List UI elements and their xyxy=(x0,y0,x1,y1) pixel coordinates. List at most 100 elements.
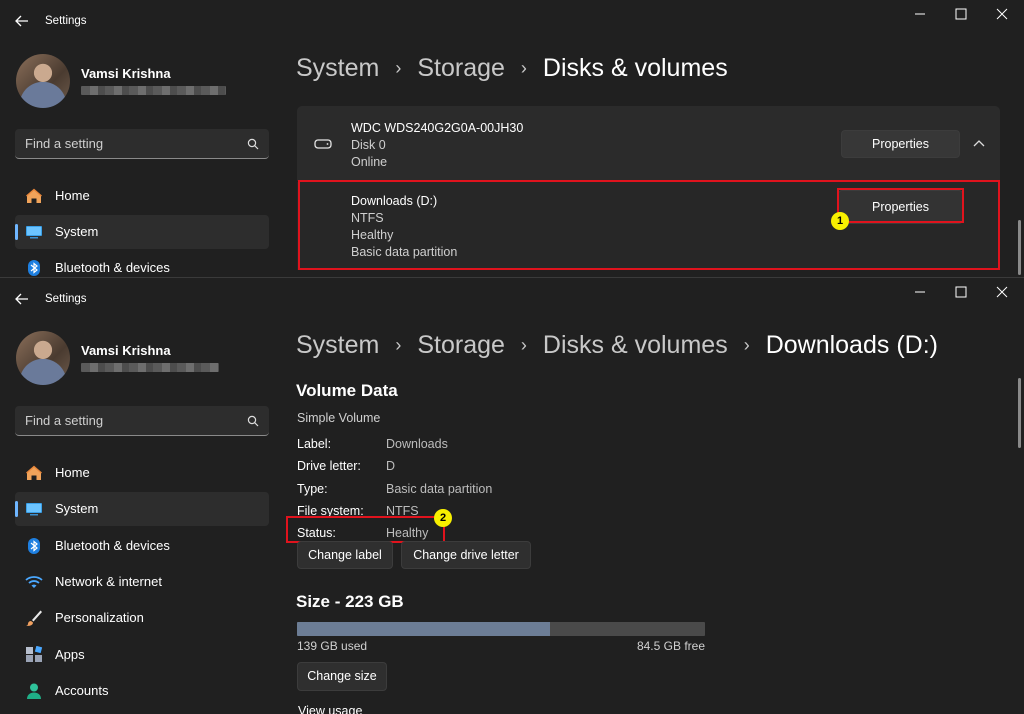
nav-item-home[interactable]: Home xyxy=(15,456,269,490)
home-icon xyxy=(26,465,42,480)
avatar[interactable] xyxy=(16,54,70,108)
nav-item-system[interactable]: System xyxy=(15,215,269,249)
account-icon xyxy=(27,683,41,699)
chevron-right-icon: › xyxy=(395,58,402,78)
change-size-button[interactable]: Change size xyxy=(297,662,387,691)
nav-label: Network & internet xyxy=(55,574,162,589)
title-bar: Settings xyxy=(0,0,1024,44)
maximize-icon[interactable] xyxy=(949,283,973,303)
prop-label: Label: xyxy=(297,437,332,451)
breadcrumb-disks-volumes[interactable]: Disks & volumes xyxy=(543,331,728,360)
change-label-button[interactable]: Change label xyxy=(297,541,393,569)
avatar[interactable] xyxy=(16,331,70,385)
system-icon xyxy=(26,503,42,516)
bluetooth-icon xyxy=(28,260,40,276)
prop-value-label: Downloads xyxy=(386,437,448,451)
user-name: Vamsi Krishna xyxy=(81,66,171,81)
search-box xyxy=(15,129,269,159)
step-badge-2: 2 xyxy=(434,509,452,527)
breadcrumb-disks-volumes: Disks & volumes xyxy=(542,54,728,82)
nav-item-bluetooth[interactable]: Bluetooth & devices xyxy=(15,529,269,563)
view-usage-link[interactable]: View usage xyxy=(298,704,362,714)
wifi-icon xyxy=(25,576,43,588)
apps-icon xyxy=(26,646,43,662)
step-badge-1: 1 xyxy=(831,212,849,230)
prop-value-type: Basic data partition xyxy=(386,482,493,496)
user-email-redacted xyxy=(81,363,219,372)
change-drive-letter-button[interactable]: Change drive letter xyxy=(401,541,531,569)
nav-item-system[interactable]: System xyxy=(15,492,269,526)
home-icon xyxy=(26,188,42,203)
back-arrow-icon[interactable] xyxy=(14,291,30,307)
prop-value-drive-letter: D xyxy=(386,459,396,473)
disk-status: Online xyxy=(351,155,388,169)
prop-label: Drive letter: xyxy=(297,459,361,473)
search-icon[interactable] xyxy=(247,415,259,427)
close-icon[interactable] xyxy=(990,5,1014,25)
nav-item-apps[interactable]: Apps xyxy=(15,638,269,672)
scrollbar[interactable] xyxy=(1018,220,1021,275)
used-space-text: 139 GB used xyxy=(297,639,368,653)
nav-label: Personalization xyxy=(55,610,144,625)
search-input[interactable] xyxy=(15,406,269,435)
breadcrumb-storage[interactable]: Storage xyxy=(417,54,505,83)
chevron-right-icon: › xyxy=(520,335,527,355)
volume-type-subtitle: Simple Volume xyxy=(297,411,381,425)
window-title: Settings xyxy=(45,15,87,27)
minimize-icon[interactable] xyxy=(908,5,932,25)
chevron-right-icon: › xyxy=(743,335,750,355)
title-bar: Settings xyxy=(0,278,1024,322)
close-icon[interactable] xyxy=(990,283,1014,303)
breadcrumb-system[interactable]: System xyxy=(296,331,379,360)
disk-name: WDC WDS240G2G0A-00JH30 xyxy=(351,121,524,135)
disk-properties-button[interactable]: Properties xyxy=(841,130,960,158)
size-title: Size - 223 GB xyxy=(296,592,404,611)
storage-usage-bar xyxy=(297,622,705,636)
nav-item-personalization[interactable]: Personalization xyxy=(15,601,269,635)
nav-label: Bluetooth & devices xyxy=(55,260,170,275)
user-email-redacted xyxy=(81,86,226,95)
back-arrow-icon[interactable] xyxy=(14,13,30,29)
system-icon xyxy=(26,226,42,239)
nav-item-home[interactable]: Home xyxy=(15,179,269,213)
chevron-right-icon: › xyxy=(395,335,402,355)
breadcrumb-storage[interactable]: Storage xyxy=(417,331,505,360)
bluetooth-icon xyxy=(28,538,40,554)
chevron-right-icon: › xyxy=(520,58,527,78)
nav-label: Bluetooth & devices xyxy=(55,538,170,553)
nav-label: System xyxy=(55,501,99,516)
prop-label: Type: xyxy=(297,482,328,496)
nav-label: Apps xyxy=(55,647,85,662)
search-box xyxy=(15,406,269,436)
nav-label: Accounts xyxy=(55,683,109,698)
nav-item-network[interactable]: Network & internet xyxy=(15,565,269,599)
nav-label: Home xyxy=(55,465,90,480)
scrollbar[interactable] xyxy=(1018,378,1021,448)
search-icon[interactable] xyxy=(247,138,259,150)
breadcrumb: System › Storage › Disks & volumes › Dow… xyxy=(296,331,938,360)
minimize-icon[interactable] xyxy=(908,283,932,303)
brush-icon xyxy=(26,610,42,626)
nav-label: System xyxy=(55,224,99,239)
disk-number: Disk 0 xyxy=(351,138,386,152)
search-input[interactable] xyxy=(15,129,269,158)
window-title: Settings xyxy=(45,293,87,305)
nav-item-bluetooth[interactable]: Bluetooth & devices xyxy=(15,251,269,277)
breadcrumb-downloads: Downloads (D:) xyxy=(765,331,938,359)
settings-window-top: Settings Vamsi Krishna Home System Bluet… xyxy=(0,0,1024,277)
breadcrumb-system[interactable]: System xyxy=(296,54,379,83)
disk-card: WDC WDS240G2G0A-00JH30 Disk 0 Online Pro… xyxy=(297,106,1000,181)
maximize-icon[interactable] xyxy=(949,5,973,25)
user-name: Vamsi Krishna xyxy=(81,343,171,358)
volume-data-title: Volume Data xyxy=(296,381,398,400)
chevron-up-icon[interactable] xyxy=(973,139,985,147)
nav-label: Home xyxy=(55,188,90,203)
free-space-text: 84.5 GB free xyxy=(636,639,705,653)
highlight-box-status xyxy=(286,516,445,543)
settings-window-bottom: Settings Vamsi Krishna Home System Bluet… xyxy=(0,277,1024,714)
highlight-box-properties xyxy=(837,188,964,223)
drive-icon xyxy=(314,139,332,149)
storage-used-fill xyxy=(297,622,550,636)
nav-item-accounts[interactable]: Accounts xyxy=(15,674,269,708)
breadcrumb: System › Storage › Disks & volumes xyxy=(296,54,728,83)
